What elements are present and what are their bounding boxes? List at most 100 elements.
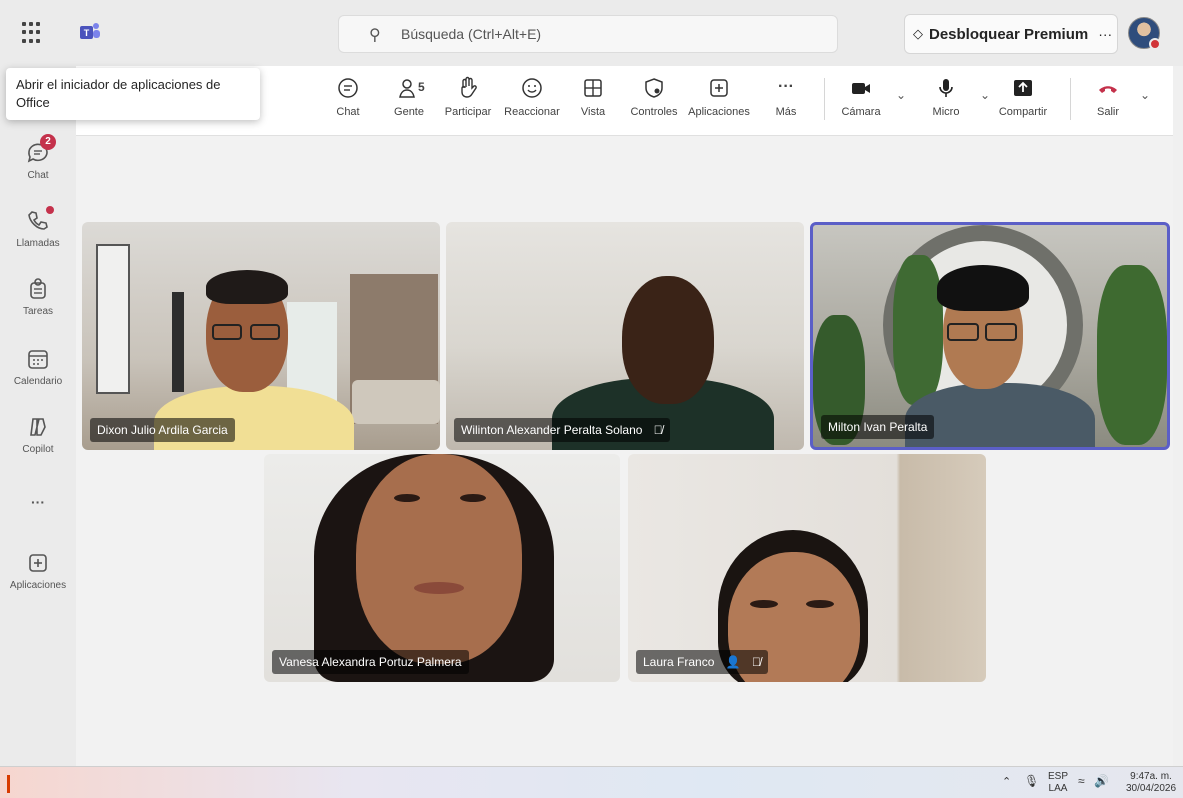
calls-notification-dot [46, 206, 54, 214]
share-label: Compartir [998, 106, 1048, 118]
emoji-icon [522, 78, 542, 98]
window-scrollbar[interactable] [1173, 66, 1183, 766]
tray-overflow-chevron-icon[interactable]: ⌃ [1002, 776, 1011, 788]
controls-button[interactable]: Controles [626, 76, 682, 118]
view-button[interactable]: Vista [576, 76, 610, 118]
apps-button[interactable]: Aplicaciones [686, 76, 752, 118]
more-apps-icon: ··· [31, 494, 45, 510]
office-launcher-tooltip: Abrir el iniciador de aplicaciones de Of… [6, 68, 260, 120]
language-code: ESP [1048, 771, 1069, 782]
video-tile-laura[interactable]: Laura Franco 👤 🎙̸ [628, 454, 986, 682]
rail-item-calls[interactable]: Llamadas [0, 206, 76, 249]
participant-name: Wilinton Alexander Peralta Solano [461, 423, 643, 437]
calendar-icon [28, 350, 48, 369]
video-tile-wilinton[interactable]: Wilinton Alexander Peralta Solano 🎙̸ [446, 222, 804, 450]
participant-name: Laura Franco [643, 655, 715, 669]
mic-label: Micro [932, 106, 960, 118]
rail-item-calendar[interactable]: Calendario [0, 346, 76, 387]
add-apps-icon [29, 554, 47, 572]
people-count: 5 [418, 80, 425, 94]
search-placeholder: Búsqueda (Ctrl+Alt+E) [401, 26, 542, 42]
title-bar: T ⚲ Búsqueda (Ctrl+Alt+E) ◇ Desbloquear … [0, 0, 1183, 66]
more-button[interactable]: ··· Más [772, 76, 800, 118]
rail-label-calendar: Calendario [13, 376, 63, 387]
windows-taskbar: ⌃ 🎙 ESP LAA ≈ 🔊 9:47a. m. 30/04/2026 [0, 766, 1183, 798]
more-label: Más [775, 106, 797, 118]
clock-date: 30/04/2026 [1125, 783, 1177, 794]
organizer-icon: 👤 [725, 655, 741, 669]
participant-name: Dixon Julio Ardila Garcia [97, 423, 228, 437]
rail-item-more[interactable]: ··· [0, 494, 76, 510]
muted-mic-icon: 🎙̸ [752, 655, 762, 669]
input-language[interactable]: ESP LAA [1048, 771, 1068, 795]
video-tile-vanesa[interactable]: Vanesa Alexandra Portuz Palmera [264, 454, 620, 682]
video-tile-dixon[interactable]: Dixon Julio Ardila Garcia [82, 222, 440, 450]
more-dots-icon: ··· [778, 78, 794, 95]
chat-bubble-icon [338, 78, 358, 98]
rail-label-apps: Aplicaciones [9, 580, 67, 591]
camera-options-chevron-icon[interactable]: ⌄ [896, 88, 906, 102]
leave-button[interactable]: Salir [1088, 76, 1128, 118]
raise-hand-icon [461, 76, 477, 98]
search-icon: ⚲ [369, 27, 381, 44]
wifi-icon[interactable]: ≈ [1078, 775, 1085, 787]
profile-avatar[interactable] [1128, 17, 1161, 50]
clock-time: 9:47a. m. [1130, 771, 1172, 782]
apps-label: Aplicaciones [688, 106, 750, 118]
grid-view-icon [584, 79, 602, 97]
more-options-icon[interactable]: ··· [1098, 26, 1112, 42]
share-screen-icon [1014, 80, 1032, 96]
taskbar-app-indicator[interactable] [7, 775, 10, 793]
chat-label: Chat [336, 106, 360, 118]
participant-name: Vanesa Alexandra Portuz Palmera [279, 655, 462, 669]
view-label: Vista [580, 106, 606, 118]
tasks-icon [30, 278, 46, 299]
diamond-icon: ◇ [913, 26, 923, 41]
leave-label: Salir [1096, 106, 1119, 118]
shield-controls-icon [645, 78, 663, 98]
microphone-icon [939, 79, 953, 97]
premium-label: Desbloquear Premium [929, 25, 1089, 43]
leave-options-chevron-icon[interactable]: ⌄ [1140, 88, 1150, 102]
rail-item-copilot[interactable]: Copilot [0, 414, 76, 455]
svg-text:T: T [84, 28, 90, 38]
rail-item-apps[interactable]: Aplicaciones [0, 550, 76, 591]
rail-item-chat[interactable]: 2 Chat [0, 134, 76, 181]
rail-label-tasks: Tareas [22, 306, 53, 317]
mic-options-chevron-icon[interactable]: ⌄ [980, 88, 990, 102]
rail-label-chat: Chat [27, 170, 49, 181]
react-button[interactable]: Reaccionar [502, 76, 562, 118]
muted-mic-icon: 🎙̸ [653, 423, 663, 437]
tray-mic-icon[interactable]: 🎙 [1024, 775, 1039, 787]
raise-hand-label: Participar [444, 106, 492, 118]
status-busy-indicator [1149, 38, 1161, 50]
hang-up-icon [1099, 86, 1117, 93]
chat-button[interactable]: Chat [328, 76, 368, 118]
video-tile-milton[interactable]: Milton Ivan Peralta [810, 222, 1170, 450]
mic-button[interactable]: Micro [928, 76, 964, 118]
app-launcher-waffle-icon[interactable] [22, 22, 44, 44]
copilot-icon [30, 418, 46, 436]
unlock-premium-button[interactable]: ◇ Desbloquear Premium ··· [904, 14, 1118, 54]
video-stage: Dixon Julio Ardila Garcia Wilinton Alexa… [76, 136, 1183, 766]
clock[interactable]: 9:47a. m. 30/04/2026 [1124, 771, 1178, 795]
participant-name-tag: Vanesa Alexandra Portuz Palmera [272, 650, 469, 674]
people-label: Gente [394, 106, 424, 118]
participant-name-tag: Milton Ivan Peralta [821, 415, 935, 439]
raise-hand-button[interactable]: Participar [440, 76, 496, 118]
participant-name-tag: Wilinton Alexander Peralta Solano 🎙̸ [454, 418, 670, 442]
controls-label: Controles [630, 106, 678, 118]
keyboard-layout: LAA [1048, 783, 1068, 794]
search-box[interactable]: ⚲ Búsqueda (Ctrl+Alt+E) [338, 15, 838, 53]
people-button[interactable]: 5 Gente [386, 76, 432, 118]
participant-name-tag: Dixon Julio Ardila Garcia [90, 418, 235, 442]
share-button[interactable]: Compartir [994, 76, 1052, 118]
rail-item-tasks[interactable]: Tareas [0, 276, 76, 317]
react-label: Reaccionar [504, 106, 560, 118]
left-app-rail: 2 Chat Llamadas Tareas Calendario Copilo… [0, 66, 76, 766]
chat-unread-badge: 2 [40, 134, 56, 150]
rail-label-calls: Llamadas [16, 238, 60, 249]
camera-button[interactable]: Cámara [840, 76, 882, 118]
volume-icon[interactable]: 🔊 [1094, 775, 1109, 787]
camera-icon [852, 83, 870, 94]
